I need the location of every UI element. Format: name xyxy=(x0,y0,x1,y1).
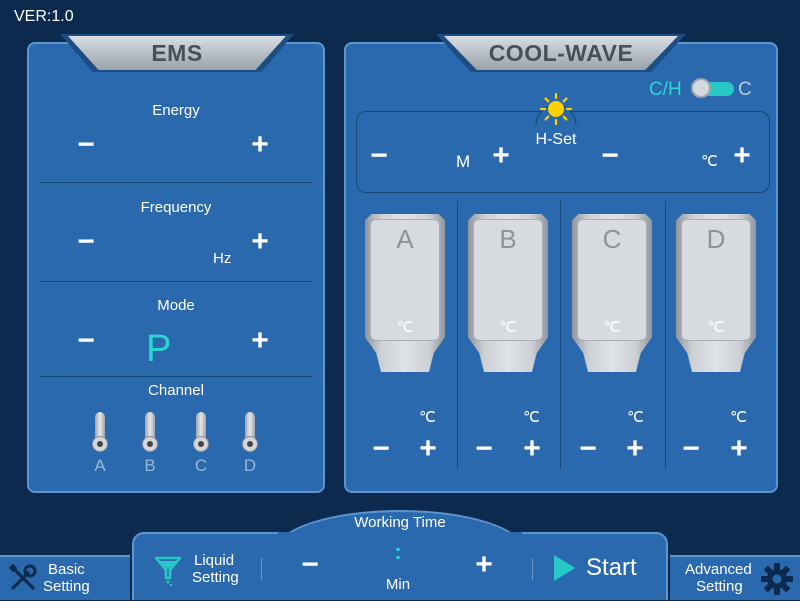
handle-b-plus-button[interactable]: + xyxy=(517,434,547,464)
energy-plus-button[interactable]: + xyxy=(245,130,275,160)
handle-c-temp-unit: ℃ xyxy=(603,319,621,336)
handle-d[interactable]: D ℃ xyxy=(676,214,756,372)
mode-value: P xyxy=(146,328,172,370)
advanced-setting-line-1: Advanced xyxy=(685,561,752,578)
mode-minus-button[interactable]: − xyxy=(71,326,101,356)
working-time-minus-button[interactable]: − xyxy=(295,550,325,580)
handle-b-set-unit: ℃ xyxy=(523,409,540,426)
ch-mode-label: C/H xyxy=(649,79,682,100)
funnel-icon xyxy=(154,554,182,591)
working-time-colon: : xyxy=(394,539,402,564)
handle-d-plus-button[interactable]: + xyxy=(724,434,754,464)
hset-temp-plus-button[interactable]: + xyxy=(727,141,757,171)
handle-a-set-unit: ℃ xyxy=(419,409,436,426)
hset-temp-unit: ℃ xyxy=(701,153,718,170)
cool-wave-title: COOL-WAVE xyxy=(444,36,678,70)
handle-a-temp-unit: ℃ xyxy=(396,319,414,336)
cool-wave-panel: C/H C H-Set − M + − ℃ + A ℃ ℃ − + B ℃ ℃ … xyxy=(344,42,778,493)
frequency-label: Frequency xyxy=(140,199,212,216)
handle-c-letter: C xyxy=(602,224,622,254)
frequency-unit: Hz xyxy=(213,250,232,267)
handle-a-minus-button[interactable]: − xyxy=(366,434,396,464)
hset-temp-minus-button[interactable]: − xyxy=(595,141,625,171)
start-button[interactable]: Start xyxy=(552,552,652,586)
channel-a-label: A xyxy=(94,456,106,475)
handle-c-set-unit: ℃ xyxy=(627,409,644,426)
tools-icon xyxy=(8,563,38,598)
sun-icon xyxy=(534,91,578,127)
basic-setting-button[interactable]: Basic Setting xyxy=(0,555,130,600)
working-time-plus-button[interactable]: + xyxy=(469,550,499,580)
mode-label: Mode xyxy=(157,297,195,314)
ch-toggle[interactable] xyxy=(691,78,734,98)
advanced-setting-button[interactable]: Advanced Setting xyxy=(670,555,800,600)
handle-c-plus-button[interactable]: + xyxy=(620,434,650,464)
separator xyxy=(261,558,262,580)
handle-b[interactable]: B ℃ xyxy=(468,214,548,372)
divider xyxy=(39,281,313,282)
channel-c-thermometer-icon[interactable] xyxy=(193,412,209,454)
energy-minus-button[interactable]: − xyxy=(71,130,101,160)
channel-c-label: C xyxy=(194,456,208,475)
column-divider xyxy=(457,201,458,469)
handle-b-temp-unit: ℃ xyxy=(499,319,517,336)
energy-label: Energy xyxy=(152,102,200,119)
frequency-plus-button[interactable]: + xyxy=(245,227,275,257)
start-label: Start xyxy=(586,554,637,581)
working-time-label: Working Time xyxy=(354,514,446,531)
handle-c-minus-button[interactable]: − xyxy=(573,434,603,464)
working-time-unit: Min xyxy=(385,576,411,593)
ems-title: EMS xyxy=(68,36,286,70)
handle-d-minus-button[interactable]: − xyxy=(676,434,706,464)
divider xyxy=(39,376,313,377)
handle-a-letter: A xyxy=(396,224,414,254)
hset-label: H-Set xyxy=(535,131,577,148)
ch-state-label: C xyxy=(738,79,752,100)
handle-d-temp-unit: ℃ xyxy=(707,319,725,336)
liquid-setting-line-1: Liquid xyxy=(194,552,235,569)
advanced-setting-line-2: Setting xyxy=(696,578,743,595)
column-divider xyxy=(665,201,666,469)
mode-plus-button[interactable]: + xyxy=(245,326,275,356)
liquid-setting-line-2: Setting xyxy=(192,569,239,586)
handle-c[interactable]: C ℃ xyxy=(572,214,652,372)
hset-time-plus-button[interactable]: + xyxy=(486,141,516,171)
hset-time-minus-button[interactable]: − xyxy=(364,141,394,171)
version-label: VER:1.0 xyxy=(14,8,74,25)
separator xyxy=(532,558,533,580)
channel-label: Channel xyxy=(148,382,204,399)
gear-icon xyxy=(760,562,794,601)
divider xyxy=(39,182,313,183)
handle-b-minus-button[interactable]: − xyxy=(469,434,499,464)
channel-b-label: B xyxy=(144,456,156,475)
ems-panel: Energy − + Frequency − Hz + Mode − P + C… xyxy=(27,42,325,493)
channel-d-thermometer-icon[interactable] xyxy=(242,412,258,454)
basic-setting-line-1: Basic xyxy=(48,561,85,578)
handle-a-plus-button[interactable]: + xyxy=(413,434,443,464)
basic-setting-line-2: Setting xyxy=(43,578,90,595)
frequency-minus-button[interactable]: − xyxy=(71,227,101,257)
channel-a-thermometer-icon[interactable] xyxy=(92,412,108,454)
play-icon xyxy=(552,554,576,587)
channel-b-thermometer-icon[interactable] xyxy=(142,412,158,454)
handle-d-letter: D xyxy=(706,224,726,254)
handle-b-letter: B xyxy=(499,224,517,254)
hset-time-unit: M xyxy=(456,152,471,171)
liquid-setting-button[interactable]: Liquid Setting xyxy=(150,548,250,592)
handle-d-set-unit: ℃ xyxy=(730,409,747,426)
column-divider xyxy=(560,201,561,469)
handle-a[interactable]: A ℃ xyxy=(365,214,445,372)
channel-d-label: D xyxy=(243,456,257,475)
